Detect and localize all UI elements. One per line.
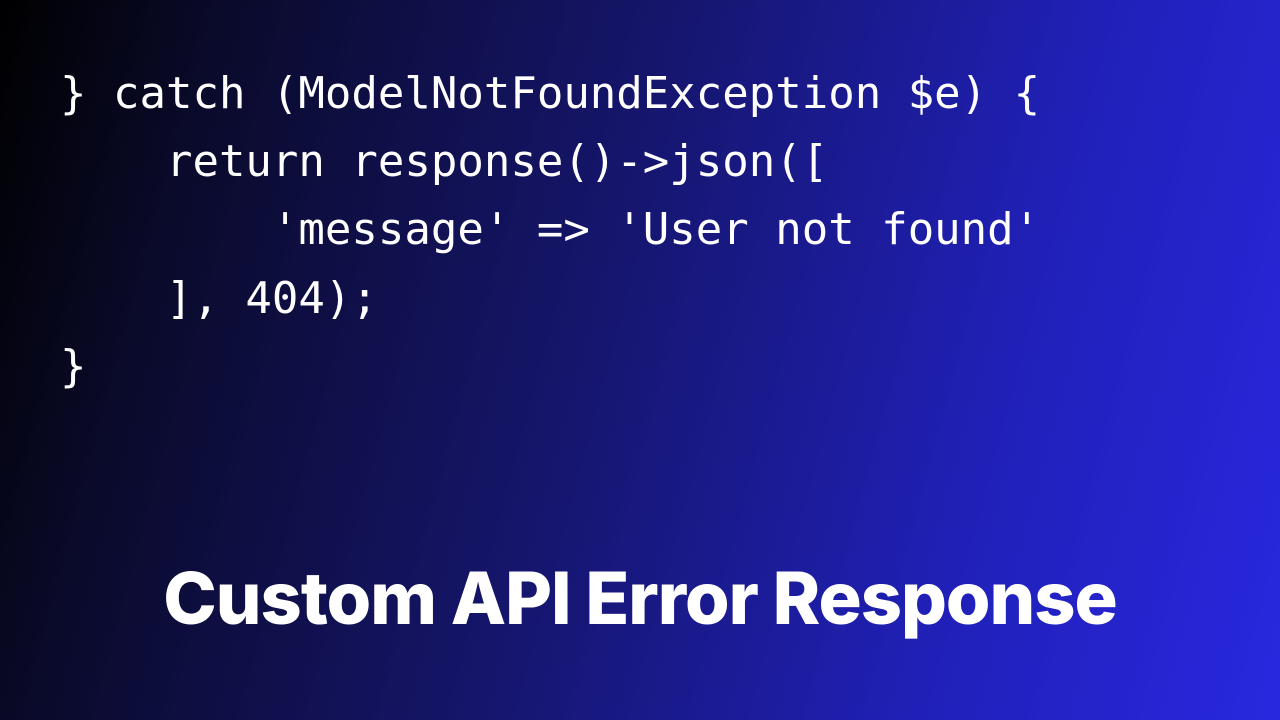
code-line: return response()->json([	[60, 136, 828, 187]
code-line: 'message' => 'User not found'	[60, 204, 1040, 255]
code-line: }	[60, 341, 87, 392]
slide-title: Custom API Error Response	[0, 555, 1280, 642]
code-snippet: } catch (ModelNotFoundException $e) { re…	[60, 60, 1040, 401]
code-line: ], 404);	[60, 273, 378, 324]
code-line: } catch (ModelNotFoundException $e) {	[60, 68, 1040, 119]
